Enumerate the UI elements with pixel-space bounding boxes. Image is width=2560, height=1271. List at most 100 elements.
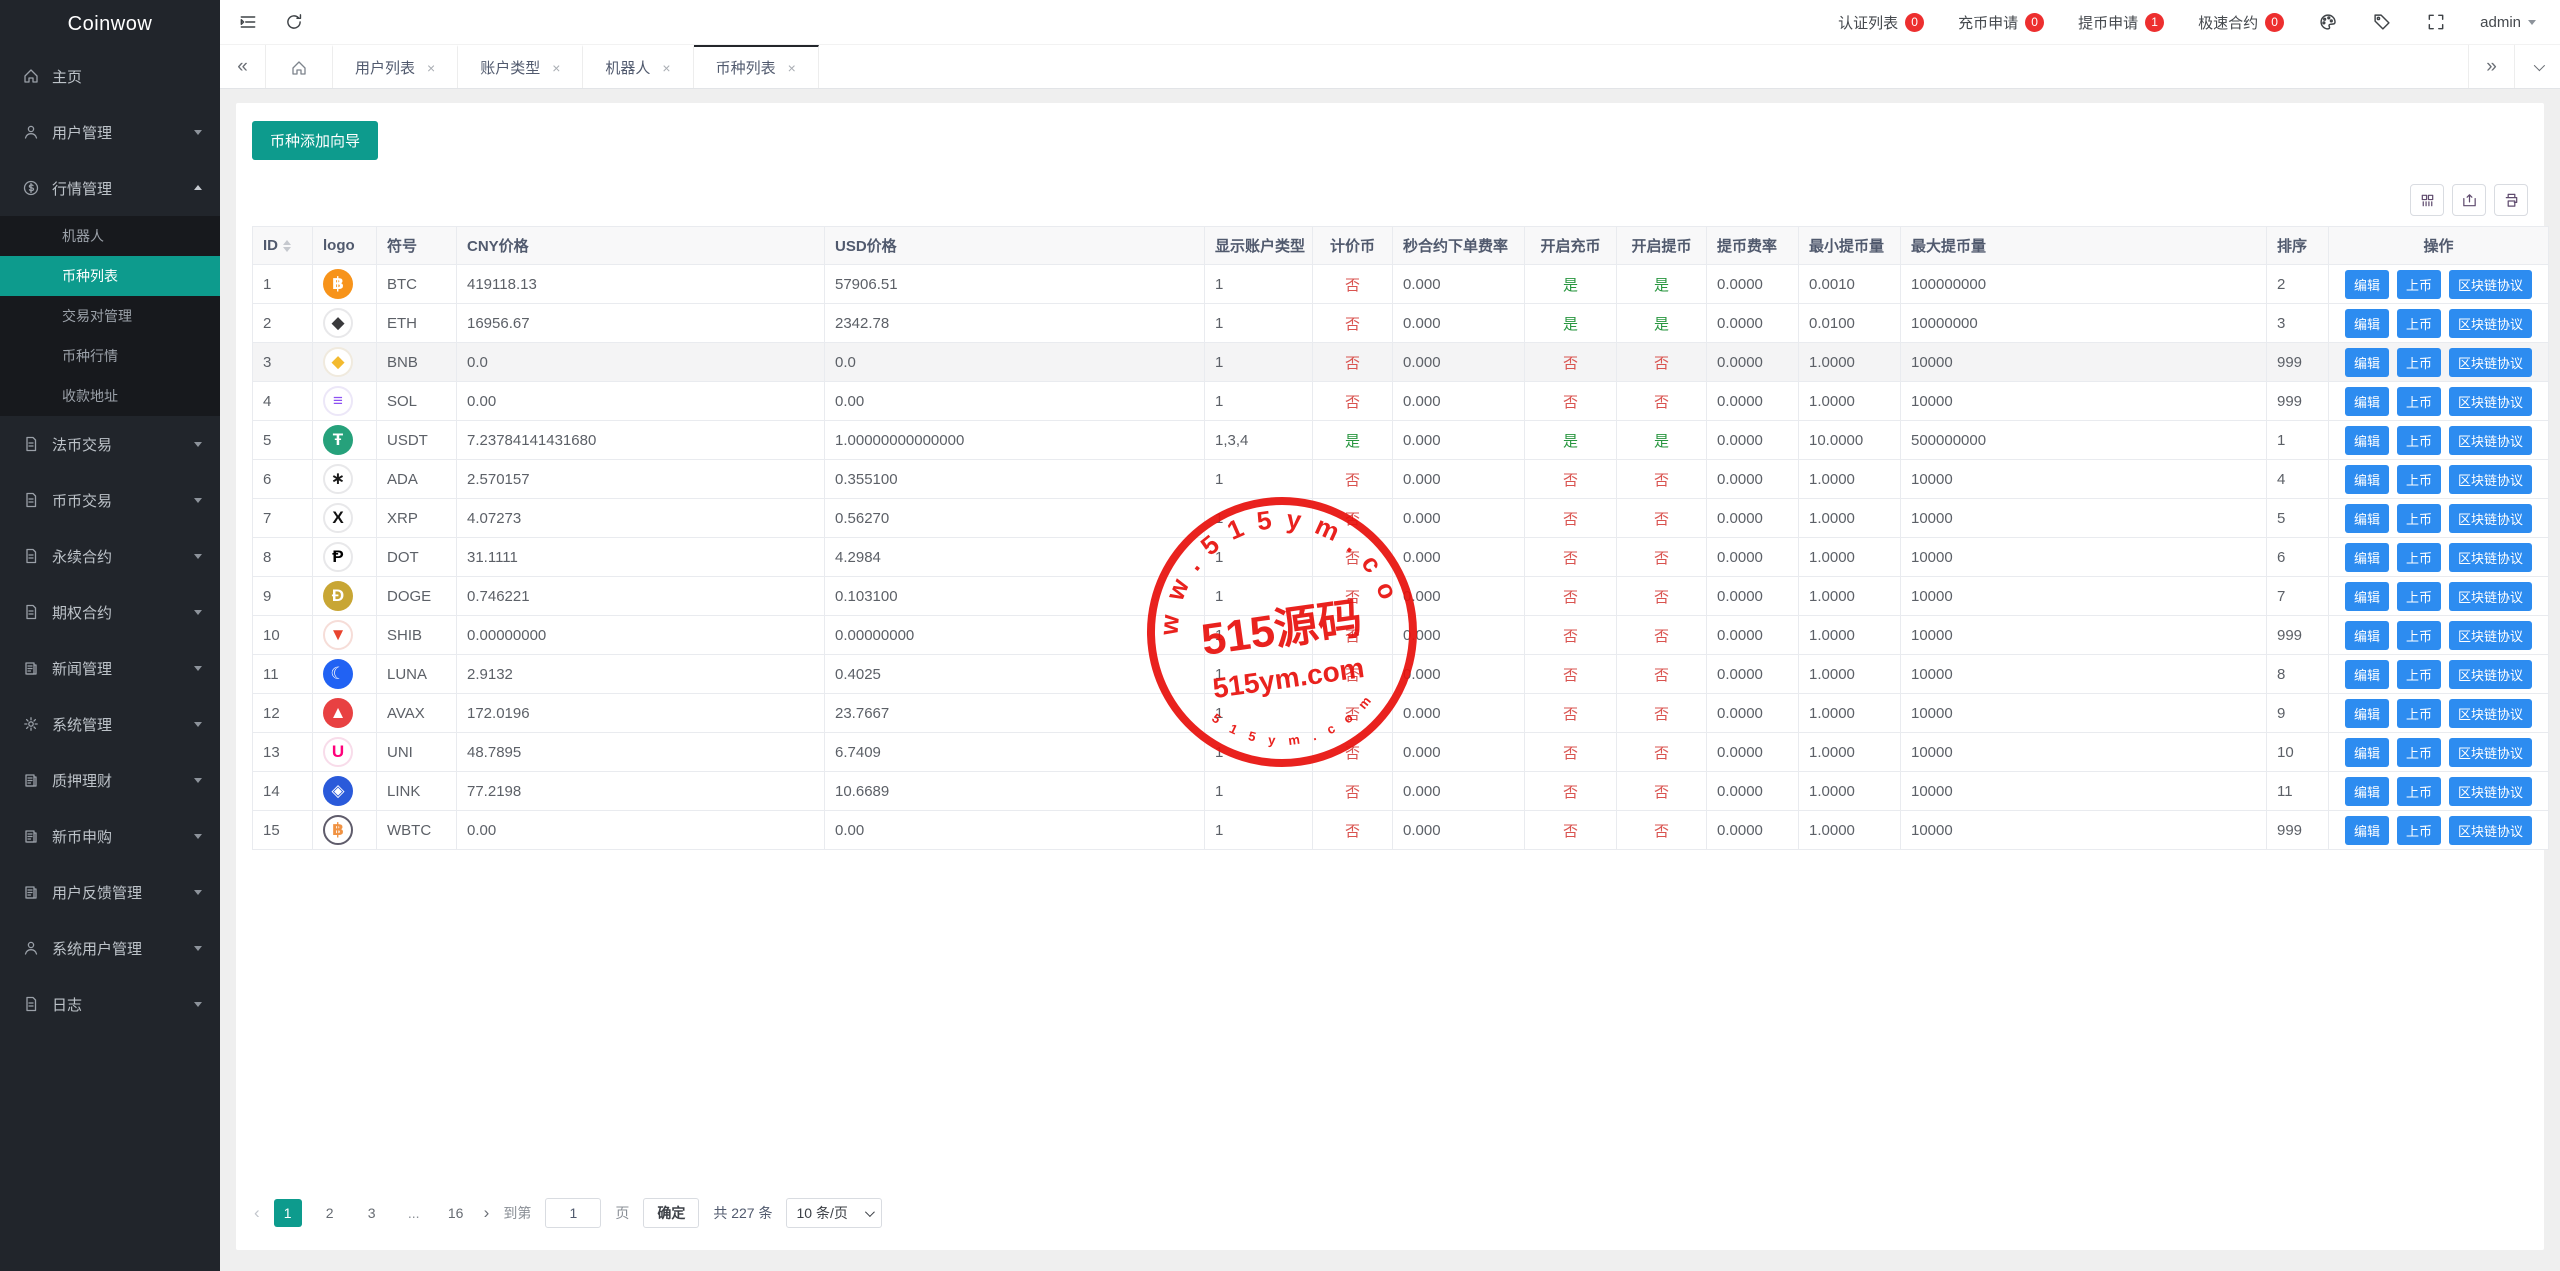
- edit-button[interactable]: 编辑: [2345, 738, 2389, 767]
- sidebar-subitem-3[interactable]: 币种行情: [0, 336, 220, 376]
- edit-button[interactable]: 编辑: [2345, 777, 2389, 806]
- tab-1[interactable]: 账户类型×: [458, 45, 583, 88]
- topbar-link-2[interactable]: 提币申请1: [2078, 12, 2164, 33]
- blockchain-protocol-button[interactable]: 区块链协议: [2449, 660, 2532, 689]
- admin-menu[interactable]: admin: [2480, 14, 2536, 31]
- close-icon[interactable]: ×: [662, 60, 670, 76]
- page-prev-button[interactable]: ‹: [254, 1203, 260, 1223]
- list-coin-button[interactable]: 上币: [2397, 348, 2441, 377]
- blockchain-protocol-button[interactable]: 区块链协议: [2449, 309, 2532, 338]
- sidebar-item-5[interactable]: 永续合约: [0, 528, 220, 584]
- sidebar-subitem-4[interactable]: 收款地址: [0, 376, 220, 416]
- collapse-menu-icon[interactable]: [238, 12, 258, 32]
- sidebar-item-6[interactable]: 期权合约: [0, 584, 220, 640]
- sidebar-item-3[interactable]: 法币交易: [0, 416, 220, 472]
- edit-button[interactable]: 编辑: [2345, 309, 2389, 338]
- tab-0[interactable]: 用户列表×: [333, 45, 458, 88]
- list-coin-button[interactable]: 上币: [2397, 387, 2441, 416]
- list-coin-button[interactable]: 上币: [2397, 777, 2441, 806]
- palette-icon[interactable]: [2318, 12, 2338, 32]
- list-coin-button[interactable]: 上币: [2397, 660, 2441, 689]
- refresh-icon[interactable]: [284, 12, 304, 32]
- close-icon[interactable]: ×: [788, 60, 796, 76]
- page-button-2[interactable]: 2: [316, 1199, 344, 1227]
- columns-button[interactable]: [2410, 184, 2444, 216]
- tabs-scroll-left[interactable]: «: [220, 45, 266, 88]
- edit-button[interactable]: 编辑: [2345, 504, 2389, 533]
- blockchain-protocol-button[interactable]: 区块链协议: [2449, 699, 2532, 728]
- page-next-button[interactable]: ›: [484, 1203, 490, 1223]
- list-coin-button[interactable]: 上币: [2397, 426, 2441, 455]
- sidebar-item-12[interactable]: 系统用户管理: [0, 920, 220, 976]
- list-coin-button[interactable]: 上币: [2397, 270, 2441, 299]
- sidebar-subitem-0[interactable]: 机器人: [0, 216, 220, 256]
- blockchain-protocol-button[interactable]: 区块链协议: [2449, 543, 2532, 572]
- sidebar-item-2[interactable]: 行情管理: [0, 160, 220, 216]
- blockchain-protocol-button[interactable]: 区块链协议: [2449, 270, 2532, 299]
- topbar-link-3[interactable]: 极速合约0: [2198, 12, 2284, 33]
- list-coin-button[interactable]: 上币: [2397, 699, 2441, 728]
- edit-button[interactable]: 编辑: [2345, 816, 2389, 845]
- topbar-link-1[interactable]: 充币申请0: [1958, 12, 2044, 33]
- tag-icon[interactable]: [2372, 12, 2392, 32]
- sidebar-item-9[interactable]: 质押理财: [0, 752, 220, 808]
- blockchain-protocol-button[interactable]: 区块链协议: [2449, 348, 2532, 377]
- blockchain-protocol-button[interactable]: 区块链协议: [2449, 426, 2532, 455]
- sidebar-item-13[interactable]: 日志: [0, 976, 220, 1032]
- edit-button[interactable]: 编辑: [2345, 387, 2389, 416]
- close-icon[interactable]: ×: [427, 60, 435, 76]
- sidebar-item-7[interactable]: 新闻管理: [0, 640, 220, 696]
- blockchain-protocol-button[interactable]: 区块链协议: [2449, 738, 2532, 767]
- blockchain-protocol-button[interactable]: 区块链协议: [2449, 582, 2532, 611]
- edit-button[interactable]: 编辑: [2345, 699, 2389, 728]
- blockchain-protocol-button[interactable]: 区块链协议: [2449, 387, 2532, 416]
- sidebar-item-0[interactable]: 主页: [0, 48, 220, 104]
- edit-button[interactable]: 编辑: [2345, 426, 2389, 455]
- tab-3[interactable]: 币种列表×: [694, 45, 819, 88]
- list-coin-button[interactable]: 上币: [2397, 582, 2441, 611]
- page-button-1[interactable]: 1: [274, 1199, 302, 1227]
- sort-control[interactable]: [283, 236, 291, 256]
- edit-button[interactable]: 编辑: [2345, 465, 2389, 494]
- blockchain-protocol-button[interactable]: 区块链协议: [2449, 465, 2532, 494]
- sidebar-item-8[interactable]: 系统管理: [0, 696, 220, 752]
- page-button-3[interactable]: 3: [358, 1199, 386, 1227]
- sidebar-item-10[interactable]: 新币申购: [0, 808, 220, 864]
- edit-button[interactable]: 编辑: [2345, 621, 2389, 650]
- tabs-menu-toggle[interactable]: [2514, 45, 2560, 88]
- list-coin-button[interactable]: 上币: [2397, 816, 2441, 845]
- tab-2[interactable]: 机器人×: [583, 45, 693, 88]
- page-button-16[interactable]: 16: [442, 1199, 470, 1227]
- edit-button[interactable]: 编辑: [2345, 543, 2389, 572]
- page-size-select[interactable]: 10 条/页: [786, 1198, 882, 1228]
- edit-button[interactable]: 编辑: [2345, 582, 2389, 611]
- goto-confirm-button[interactable]: 确定: [643, 1198, 699, 1228]
- coin-add-wizard-button[interactable]: 币种添加向导: [252, 121, 378, 160]
- list-coin-button[interactable]: 上币: [2397, 465, 2441, 494]
- edit-button[interactable]: 编辑: [2345, 348, 2389, 377]
- tabs-scroll-right[interactable]: »: [2468, 45, 2514, 88]
- export-button[interactable]: [2452, 184, 2486, 216]
- print-button[interactable]: [2494, 184, 2528, 216]
- expand-icon[interactable]: [2426, 12, 2446, 32]
- blockchain-protocol-button[interactable]: 区块链协议: [2449, 816, 2532, 845]
- goto-page-input[interactable]: [545, 1198, 601, 1228]
- sidebar-item-11[interactable]: 用户反馈管理: [0, 864, 220, 920]
- edit-button[interactable]: 编辑: [2345, 270, 2389, 299]
- blockchain-protocol-button[interactable]: 区块链协议: [2449, 777, 2532, 806]
- close-icon[interactable]: ×: [552, 60, 560, 76]
- blockchain-protocol-button[interactable]: 区块链协议: [2449, 504, 2532, 533]
- list-coin-button[interactable]: 上币: [2397, 543, 2441, 572]
- sidebar-subitem-1[interactable]: 币种列表: [0, 256, 220, 296]
- list-coin-button[interactable]: 上币: [2397, 621, 2441, 650]
- edit-button[interactable]: 编辑: [2345, 660, 2389, 689]
- list-coin-button[interactable]: 上币: [2397, 738, 2441, 767]
- topbar-link-0[interactable]: 认证列表0: [1838, 12, 1924, 33]
- tab-home[interactable]: [266, 45, 333, 88]
- sidebar-item-1[interactable]: 用户管理: [0, 104, 220, 160]
- list-coin-button[interactable]: 上币: [2397, 504, 2441, 533]
- list-coin-button[interactable]: 上币: [2397, 309, 2441, 338]
- blockchain-protocol-button[interactable]: 区块链协议: [2449, 621, 2532, 650]
- sidebar-subitem-2[interactable]: 交易对管理: [0, 296, 220, 336]
- sidebar-item-4[interactable]: 币币交易: [0, 472, 220, 528]
